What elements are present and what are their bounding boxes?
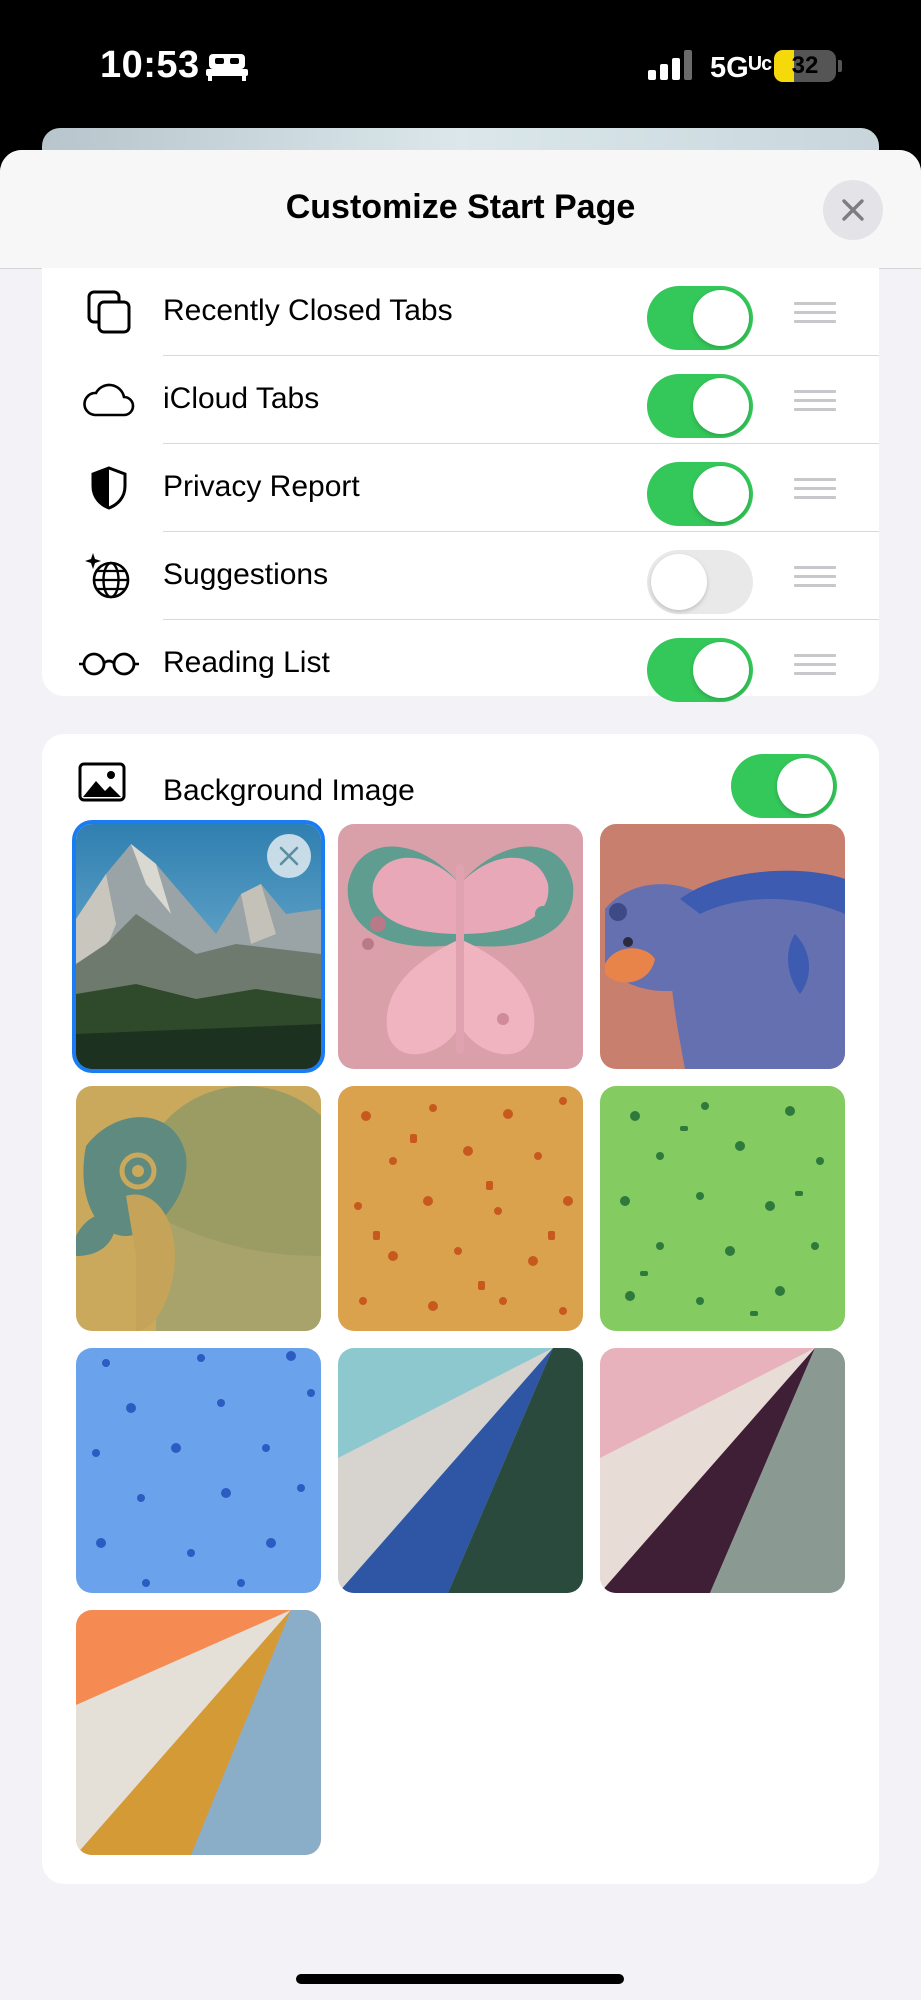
section-label: Suggestions: [163, 558, 329, 591]
background-image-toggle[interactable]: [731, 754, 837, 818]
background-tile-parrot[interactable]: [76, 1086, 321, 1331]
icloud-icon: [78, 369, 140, 431]
battery-nub: [838, 60, 842, 72]
toggle-knob: [777, 758, 833, 814]
background-tile-teal-blue-green-stripes[interactable]: [338, 1348, 583, 1593]
status-time: 10:53: [100, 44, 200, 86]
section-row-reading-list: Reading List: [42, 620, 879, 708]
background-tile-orange-pattern[interactable]: [338, 1086, 583, 1331]
battery-icon: 32: [774, 50, 836, 82]
background-tile-orange-gold-blue-stripes[interactable]: [76, 1610, 321, 1855]
privacy-shield-icon: [78, 457, 140, 519]
background-tile-green-pattern[interactable]: [600, 1086, 845, 1331]
section-label: iCloud Tabs: [163, 382, 320, 415]
privacy-report-toggle[interactable]: [647, 462, 753, 526]
sheet-navbar: Customize Start Page: [0, 150, 921, 269]
section-label: Reading List: [163, 646, 330, 679]
signal-icon: [648, 50, 692, 80]
reorder-handle[interactable]: [794, 478, 836, 505]
background-tile-blue-pattern[interactable]: [76, 1348, 321, 1593]
reorder-handle[interactable]: [794, 302, 836, 329]
toggle-knob: [693, 466, 749, 522]
section-row-suggestions: Suggestions: [42, 532, 879, 620]
background-tile-bear[interactable]: [600, 824, 845, 1069]
section-label: Recently Closed Tabs: [163, 294, 453, 327]
customize-sheet: Customize Start Page Recently Closed Tab…: [0, 150, 921, 2000]
icloud-tabs-toggle[interactable]: [647, 374, 753, 438]
background-image-label: Background Image: [163, 774, 415, 807]
background-tile-mountain[interactable]: [76, 824, 321, 1069]
reorder-handle[interactable]: [794, 654, 836, 681]
photo-icon: [78, 762, 126, 802]
remove-background-button[interactable]: [267, 834, 311, 878]
reading-list-toggle[interactable]: [647, 638, 753, 702]
toggle-knob: [693, 378, 749, 434]
section-label: Privacy Report: [163, 470, 360, 503]
toggle-knob: [693, 642, 749, 698]
close-button[interactable]: [823, 180, 883, 240]
section-row-privacy-report: Privacy Report: [42, 444, 879, 532]
close-icon: [842, 199, 864, 221]
status-bar: 10:53 5Gᵁᶜ 32: [0, 0, 921, 130]
background-tile-pink-plum-gray-stripes[interactable]: [600, 1348, 845, 1593]
reading-list-glasses-icon: [78, 633, 140, 695]
recently-closed-tabs-icon: [78, 281, 140, 343]
battery-level: 32: [791, 52, 819, 79]
suggestions-globe-icon: [78, 545, 140, 607]
background-image-card: Background Image: [42, 734, 879, 1884]
sheet-title: Customize Start Page: [285, 188, 636, 226]
reorder-handle[interactable]: [794, 390, 836, 417]
close-icon: [279, 846, 299, 866]
reorder-handle[interactable]: [794, 566, 836, 593]
sections-list: Recently Closed Tabs iCloud Tabs Privacy…: [42, 268, 879, 702]
suggestions-toggle[interactable]: [647, 550, 753, 614]
home-indicator: [296, 1974, 624, 1984]
network-type: 5Gᵁᶜ: [710, 52, 773, 84]
background-tile-butterfly[interactable]: [338, 824, 583, 1069]
toggle-knob: [651, 554, 707, 610]
recently-closed-tabs-toggle[interactable]: [647, 286, 753, 350]
toggle-knob: [693, 290, 749, 346]
section-row-recently-closed-tabs: Recently Closed Tabs: [42, 268, 879, 356]
section-row-icloud-tabs: iCloud Tabs: [42, 356, 879, 444]
bed-icon: [206, 54, 248, 81]
